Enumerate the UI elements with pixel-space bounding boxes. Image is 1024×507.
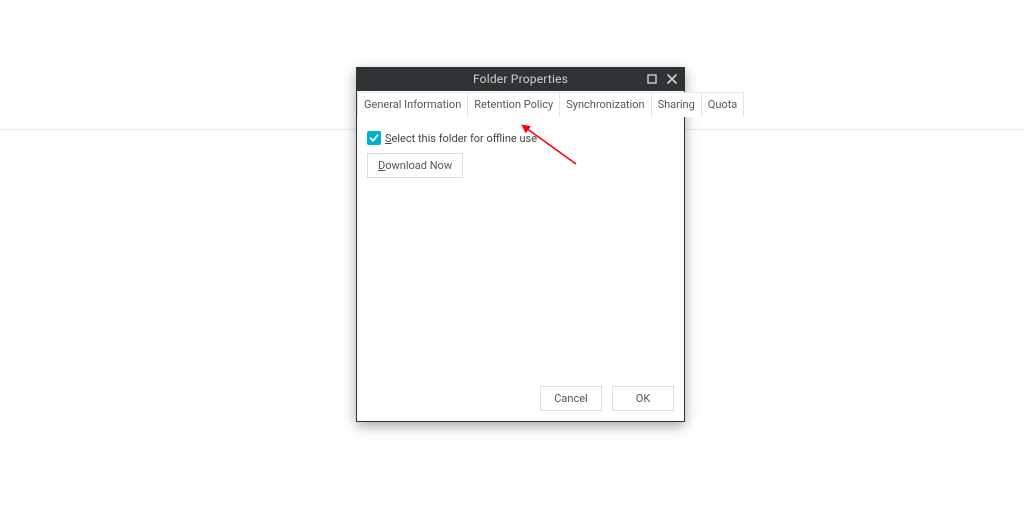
offline-use-checkbox[interactable] (367, 131, 381, 145)
dialog-titlebar[interactable]: Folder Properties (357, 67, 684, 91)
tab-general-information[interactable]: General Information (357, 92, 468, 117)
close-icon (667, 74, 677, 84)
page: Folder Properties General Information Re… (0, 0, 1024, 507)
close-button[interactable] (664, 71, 680, 87)
tab-bar: General Information Retention Policy Syn… (357, 91, 684, 117)
cancel-button[interactable]: Cancel (540, 386, 602, 411)
folder-properties-dialog: Folder Properties General Information Re… (356, 67, 685, 422)
tab-retention-policy[interactable]: Retention Policy (467, 92, 560, 117)
offline-use-row: Select this folder for offline use (367, 131, 674, 145)
dialog-title: Folder Properties (473, 72, 568, 86)
offline-use-label: Select this folder for offline use (385, 132, 537, 145)
download-now-button[interactable]: Download Now (367, 153, 463, 178)
tab-quota[interactable]: Quota (701, 92, 745, 117)
dialog-body: Select this folder for offline use Downl… (357, 117, 684, 376)
dialog-footer: Cancel OK (357, 376, 684, 421)
tab-sharing[interactable]: Sharing (651, 92, 702, 117)
maximize-button[interactable] (644, 71, 660, 87)
ok-button[interactable]: OK (612, 386, 674, 411)
tab-synchronization[interactable]: Synchronization (559, 92, 651, 117)
window-controls (644, 67, 680, 91)
check-icon (369, 133, 379, 143)
maximize-icon (647, 74, 657, 84)
